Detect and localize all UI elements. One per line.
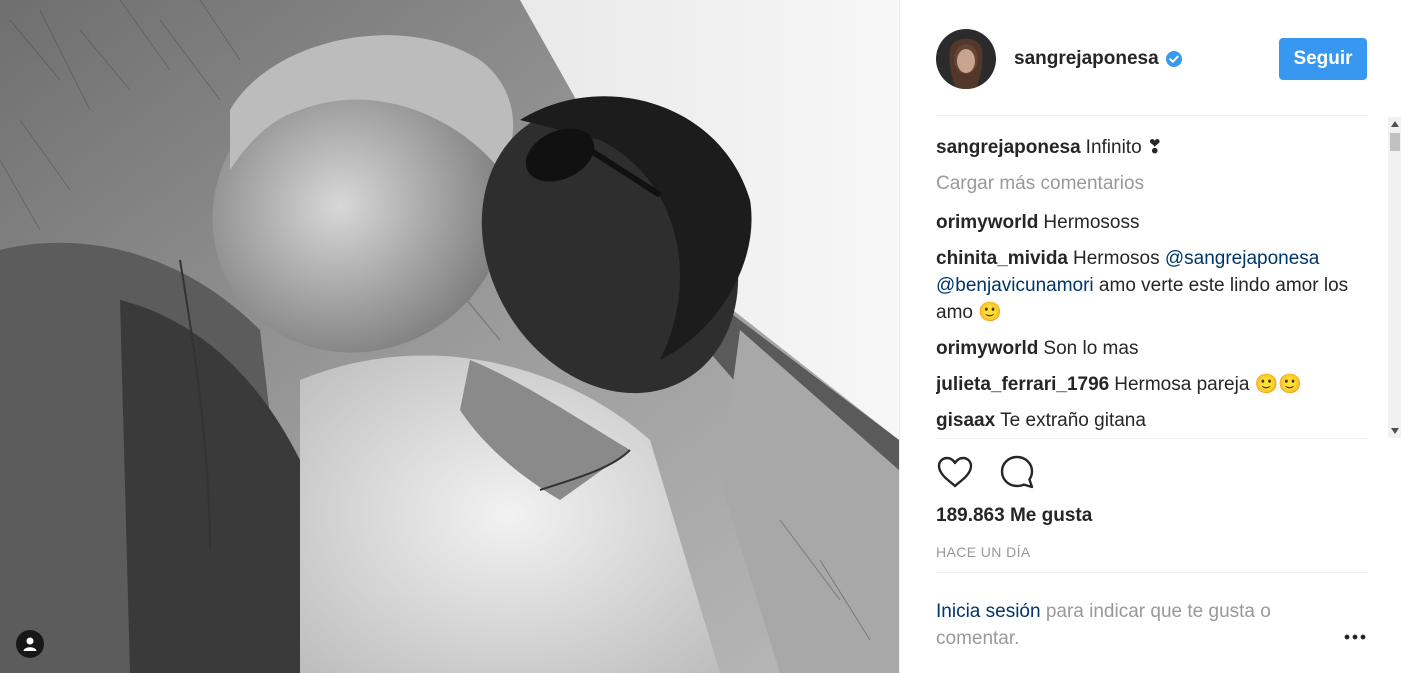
comments-list: sangrejaponesa Infinito ❣ Cargar más come… <box>936 134 1376 438</box>
comment-item: orimyworld Son lo mas <box>936 335 1376 362</box>
comment-text: Son lo mas <box>1043 338 1139 359</box>
post-image <box>0 0 899 673</box>
divider <box>936 115 1367 116</box>
comment-username[interactable]: julieta_ferrari_1796 <box>936 374 1109 395</box>
comment-button[interactable] <box>998 455 1036 493</box>
mention-link[interactable]: @benjavicunamori <box>936 275 1094 296</box>
post-header: sangrejaponesa Seguir <box>936 28 1367 90</box>
mention-link[interactable]: @sangrejaponesa <box>1165 248 1320 269</box>
more-options-icon <box>1344 627 1366 645</box>
comment-username[interactable]: orimyworld <box>936 212 1038 233</box>
post-actions <box>936 455 1036 493</box>
scrollbar-thumb[interactable] <box>1390 133 1400 151</box>
caption: sangrejaponesa Infinito ❣ <box>936 134 1376 161</box>
login-link[interactable]: Inicia sesión <box>936 601 1041 622</box>
post-username[interactable]: sangrejaponesa <box>1014 48 1159 70</box>
verified-badge-icon <box>1165 50 1183 68</box>
user-tag-icon <box>22 636 38 652</box>
login-prompt: Inicia sesión para indicar que te gusta … <box>936 598 1326 652</box>
likes-count[interactable]: 189.863 Me gusta <box>936 505 1092 527</box>
comment-text: Hermosa pareja 🙂🙂 <box>1114 374 1302 395</box>
load-more-comments-button[interactable]: Cargar más comentarios <box>936 170 1376 197</box>
scroll-up-arrow-icon[interactable] <box>1388 117 1401 131</box>
follow-button[interactable]: Seguir <box>1279 38 1367 80</box>
comment-item: julieta_ferrari_1796 Hermosa pareja 🙂🙂 <box>936 371 1376 398</box>
user-tag-button[interactable] <box>16 630 44 658</box>
post-photo <box>0 0 899 673</box>
scroll-down-arrow-icon[interactable] <box>1388 424 1401 438</box>
comment-item: gisaax Te extraño gitana <box>936 407 1376 434</box>
comment-username[interactable]: chinita_mivida <box>936 248 1068 269</box>
divider <box>936 438 1367 439</box>
more-options-button[interactable] <box>1342 626 1368 646</box>
comment-username[interactable]: gisaax <box>936 410 995 431</box>
caption-text: Infinito ❣ <box>1085 137 1163 158</box>
comment-item: chinita_mivida Hermosos @sangrejaponesa @… <box>936 245 1376 326</box>
comment-text: Te extraño gitana <box>1000 410 1146 431</box>
post-sidebar: sangrejaponesa Seguir sangrejaponesa Infi… <box>899 0 1401 673</box>
heart-icon <box>937 456 973 493</box>
divider <box>936 572 1367 573</box>
comment-bubble-icon <box>999 454 1035 495</box>
comment-text: Hermosos <box>1073 248 1165 269</box>
comments-scrollbar[interactable] <box>1388 117 1401 438</box>
avatar[interactable] <box>936 29 996 89</box>
post-timestamp: HACE UN DÍA <box>936 544 1031 560</box>
like-button[interactable] <box>936 455 974 493</box>
caption-username[interactable]: sangrejaponesa <box>936 137 1081 158</box>
comment-text: Hermososs <box>1043 212 1140 233</box>
comment-username[interactable]: orimyworld <box>936 338 1038 359</box>
comment-item: orimyworld Hermososs <box>936 209 1376 236</box>
